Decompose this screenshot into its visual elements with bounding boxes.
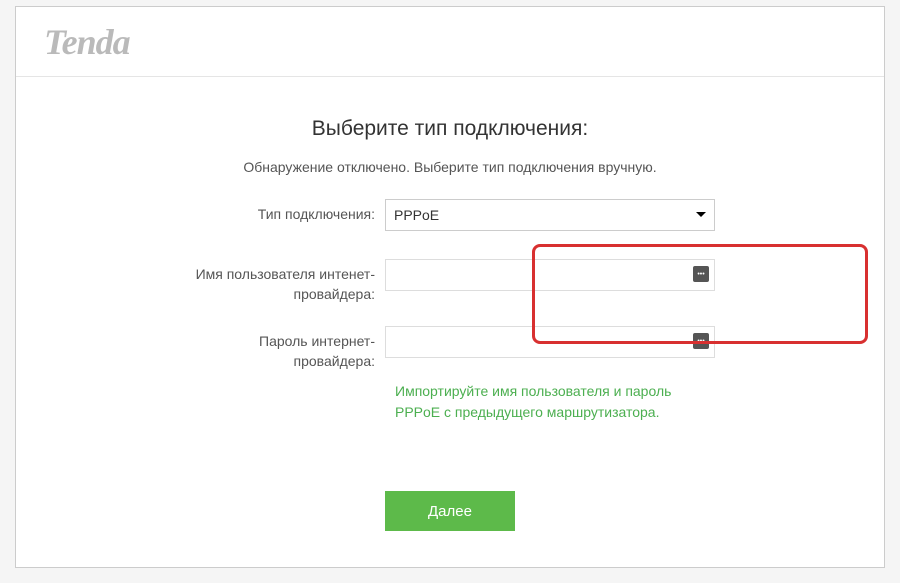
page-title: Выберите тип подключения:: [16, 117, 884, 141]
keyboard-icon[interactable]: [693, 333, 709, 349]
keyboard-icon[interactable]: [693, 266, 709, 282]
username-input[interactable]: [385, 259, 715, 291]
password-row: Пароль интернет-провайдера:: [16, 326, 884, 371]
username-row: Имя пользователя интенет-провайдера:: [16, 259, 884, 304]
next-button[interactable]: Далее: [385, 491, 515, 531]
import-hint-link[interactable]: Импортируйте имя пользователя и пароль P…: [185, 381, 715, 423]
header: Tenda: [16, 7, 884, 77]
connection-type-row: Тип подключения: PPPoE: [16, 199, 884, 231]
content-area: Выберите тип подключения: Обнаружение от…: [16, 77, 884, 531]
brand-logo: Tenda: [44, 21, 130, 63]
password-label: Пароль интернет-провайдера:: [185, 326, 385, 371]
connection-type-label: Тип подключения:: [185, 199, 385, 225]
username-label: Имя пользователя интенет-провайдера:: [185, 259, 385, 304]
password-input[interactable]: [385, 326, 715, 358]
subtitle-text: Обнаружение отключено. Выберите тип подк…: [16, 159, 884, 175]
router-setup-page: Tenda Выберите тип подключения: Обнаруже…: [15, 6, 885, 568]
connection-type-select[interactable]: PPPoE: [385, 199, 715, 231]
